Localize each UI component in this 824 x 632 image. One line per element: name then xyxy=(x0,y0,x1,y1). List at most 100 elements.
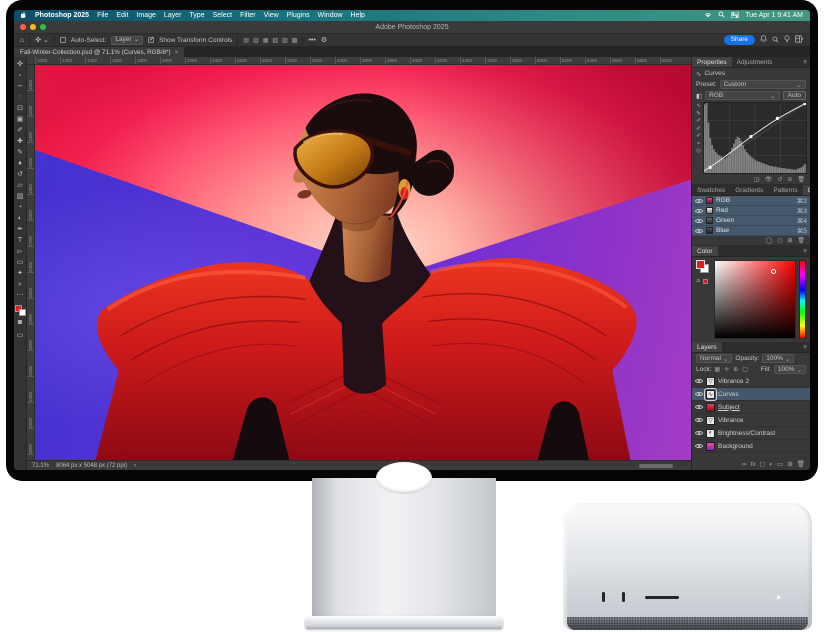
panel-menu-icon[interactable]: ≡ xyxy=(803,246,810,256)
panel-footer-icon[interactable]: 🗑 xyxy=(797,237,805,244)
panel-footer-icon[interactable]: fx xyxy=(751,461,756,468)
panel-footer-icon[interactable]: ↺ xyxy=(777,176,782,183)
blend-mode-dropdown[interactable]: Normal⌄ xyxy=(696,354,732,363)
more-options-icon[interactable]: ••• xyxy=(308,37,315,44)
align-icon[interactable]: ▤ xyxy=(243,37,249,44)
search-icon[interactable] xyxy=(718,11,725,20)
tool-button[interactable]: T xyxy=(15,235,26,246)
lock-icon[interactable]: ▦ xyxy=(715,366,721,373)
layer-row-background[interactable]: Background xyxy=(692,440,810,453)
auto-button[interactable]: Auto xyxy=(783,91,806,100)
preset-dropdown[interactable]: Custom⌄ xyxy=(720,80,806,89)
tool-button[interactable]: ▭ xyxy=(15,257,26,268)
tool-button[interactable]: ▫ xyxy=(15,70,26,81)
foreground-color-swatch[interactable] xyxy=(696,260,705,269)
tool-button[interactable]: ◐ xyxy=(15,213,26,224)
tool-button[interactable]: ◔ xyxy=(15,202,26,213)
move-tool-icon[interactable]: ✜ ⌄ xyxy=(35,36,49,44)
tool-button[interactable]: ◌ xyxy=(15,92,26,103)
curves-tool-icon[interactable]: ◎ xyxy=(696,149,701,155)
visibility-eye-icon[interactable] xyxy=(695,377,703,385)
document-tab[interactable]: Fall-Winter-Collection.psd @ 71.1% (Curv… xyxy=(14,47,185,57)
auto-select-checkbox[interactable] xyxy=(60,37,66,43)
tool-button[interactable]: ✐ xyxy=(15,125,26,136)
tool-button[interactable]: ∽ xyxy=(15,81,26,92)
tool-button[interactable]: ✚ xyxy=(15,136,26,147)
layer-row-vibrance-2[interactable]: ▽ Vibrance 2 xyxy=(692,375,810,388)
workspace-switcher-icon[interactable] xyxy=(795,35,804,45)
visibility-eye-icon[interactable] xyxy=(695,217,703,225)
menu-item[interactable]: Plugins xyxy=(287,12,310,19)
panel-footer-icon[interactable]: ⊞ xyxy=(787,460,792,468)
show-transform-controls-checkbox[interactable] xyxy=(148,37,154,43)
panel-menu-icon[interactable]: ≡ xyxy=(803,57,810,67)
lock-icon[interactable]: ▢ xyxy=(742,366,748,373)
tool-button[interactable]: ✜ xyxy=(15,59,26,70)
align-icon[interactable]: ▨ xyxy=(282,37,288,44)
menu-bar-clock[interactable]: Tue Apr 1 9:41 AM xyxy=(745,12,803,19)
menu-item[interactable]: Photoshop 2025 xyxy=(35,12,89,19)
tool-button[interactable]: ✎ xyxy=(15,147,26,158)
align-icon[interactable]: ▥ xyxy=(253,37,259,44)
panel-footer-icon[interactable]: 👁 xyxy=(765,176,773,183)
menu-item[interactable]: Type xyxy=(189,12,204,19)
channel-row-green[interactable]: Green ⌘4 xyxy=(692,216,810,226)
align-icon[interactable]: ▦ xyxy=(263,37,269,44)
visibility-eye-icon[interactable] xyxy=(695,390,703,398)
tool-button[interactable]: ✦ xyxy=(15,268,26,279)
panel-footer-icon[interactable]: ◯ xyxy=(766,237,773,244)
menu-item[interactable]: Image xyxy=(136,12,155,19)
gear-icon[interactable]: ⚙ xyxy=(321,36,327,44)
visibility-eye-icon[interactable] xyxy=(695,207,703,215)
tool-button[interactable]: ♦ xyxy=(15,158,26,169)
color-picker-ring[interactable] xyxy=(771,269,776,274)
layer-row-subject[interactable]: Subject xyxy=(692,401,810,414)
channel-dropdown[interactable]: RGB⌄ xyxy=(705,91,779,100)
tool-button[interactable]: ↺ xyxy=(15,169,26,180)
opacity-dropdown[interactable]: 100%⌄ xyxy=(762,354,794,363)
discover-lightbulb-icon[interactable] xyxy=(784,35,790,45)
channel-row-blue[interactable]: Blue ⌘5 xyxy=(692,226,810,236)
status-chevron-icon[interactable]: › xyxy=(134,463,136,469)
apple-logo-icon[interactable] xyxy=(21,12,27,19)
tool-button[interactable]: ▻ xyxy=(15,246,26,257)
layer-row-vibrance[interactable]: ▽ Vibrance xyxy=(692,414,810,427)
wifi-icon[interactable] xyxy=(704,12,712,20)
tool-button[interactable]: ⊡ xyxy=(15,103,26,114)
hue-slider[interactable] xyxy=(799,260,806,339)
foreground-background-swatches[interactable] xyxy=(15,305,26,316)
layer-row-brightness-contrast[interactable]: ◐ Brightness/Contrast xyxy=(692,427,810,440)
tool-button[interactable]: ▣ xyxy=(15,114,26,125)
tab-adjustments[interactable]: Adjustments xyxy=(732,57,778,67)
menu-item[interactable]: File xyxy=(97,12,108,19)
menu-item[interactable]: Help xyxy=(351,12,365,19)
horizontal-scrollbar-thumb[interactable] xyxy=(639,464,673,468)
curves-tool-icon[interactable]: ✐ xyxy=(696,134,701,140)
panel-menu-icon[interactable]: ≡ xyxy=(803,342,810,352)
visibility-eye-icon[interactable] xyxy=(695,416,703,424)
auto-select-target-dropdown[interactable]: Layer⌄ xyxy=(111,36,143,45)
channel-row-rgb[interactable]: RGB ⌘2 xyxy=(692,196,810,206)
visibility-eye-icon[interactable] xyxy=(695,442,703,450)
tool-button[interactable]: ⋯ xyxy=(15,290,26,301)
share-button[interactable]: Share xyxy=(724,35,755,45)
tab-properties[interactable]: Properties xyxy=(692,57,732,67)
close-tab-icon[interactable]: × xyxy=(175,49,179,56)
tab-gradients[interactable]: Gradients xyxy=(730,185,768,195)
menu-item[interactable]: Window xyxy=(318,12,343,19)
screen-mode-button[interactable]: ▭ xyxy=(15,330,26,341)
tool-button[interactable]: ✒ xyxy=(15,224,26,235)
curves-tool-icon[interactable]: ≈ xyxy=(697,142,700,148)
align-icon[interactable]: ▩ xyxy=(292,37,298,44)
layer-row-curves[interactable]: ∿ Curves xyxy=(692,388,810,401)
tab-channels[interactable]: Channels xyxy=(803,185,810,195)
gamut-color-swatch[interactable] xyxy=(703,279,708,284)
fill-dropdown[interactable]: 100%⌄ xyxy=(774,365,806,374)
background-color-swatch[interactable] xyxy=(19,309,26,316)
zoom-level[interactable]: 71.1% xyxy=(32,463,49,469)
tab-color[interactable]: Color xyxy=(692,246,718,256)
panel-footer-icon[interactable]: 🗑 xyxy=(797,176,805,183)
panel-footer-icon[interactable]: ▭ xyxy=(777,460,783,468)
panel-footer-icon[interactable]: ∞ xyxy=(742,461,747,468)
panel-footer-icon[interactable]: 🗑 xyxy=(797,460,805,468)
